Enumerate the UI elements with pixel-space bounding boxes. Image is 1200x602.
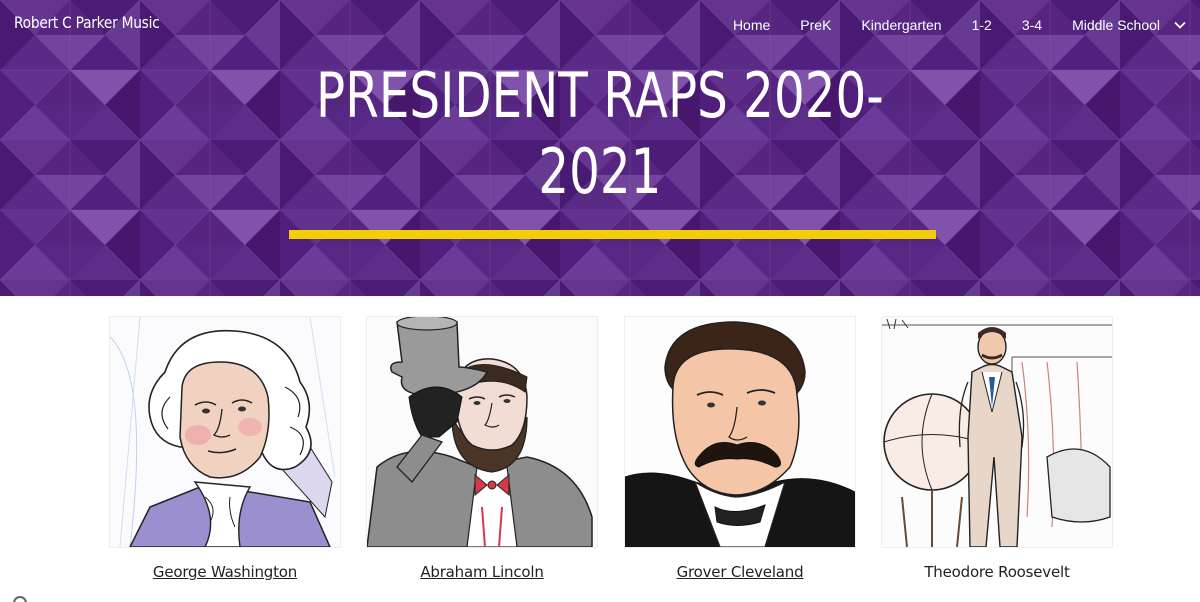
nav-item-kindergarten[interactable]: Kindergarten (861, 17, 941, 33)
nav-item-prek[interactable]: PreK (800, 17, 831, 33)
president-link-lincoln[interactable]: Abraham Lincoln (366, 563, 598, 581)
cleveland-drawing[interactable] (624, 316, 856, 548)
page-title: PRESIDENT RAPS 2020- 2021 (200, 58, 1000, 210)
nav-item-middle-school-label: Middle School (1072, 17, 1160, 33)
president-card-roosevelt: Theodore Roosevelt (881, 316, 1113, 581)
top-navigation: Home PreK Kindergarten 1-2 3-4 Middle Sc… (733, 15, 1186, 35)
president-link-cleveland[interactable]: Grover Cleveland (624, 563, 856, 581)
washington-drawing[interactable] (109, 316, 341, 548)
nav-item-grades-3-4[interactable]: 3-4 (1022, 17, 1042, 33)
lincoln-drawing[interactable] (366, 316, 598, 548)
president-label-roosevelt: Theodore Roosevelt (924, 563, 1070, 581)
president-gallery: George Washington Abraham Lincoln Grover… (0, 296, 1200, 602)
chevron-down-icon[interactable] (1174, 21, 1186, 29)
page-title-line-1: PRESIDENT RAPS 2020- (316, 59, 884, 132)
nav-item-middle-school[interactable]: Middle School (1072, 17, 1186, 33)
president-card-washington: George Washington (109, 316, 341, 581)
president-link-washington[interactable]: George Washington (109, 563, 341, 581)
roosevelt-drawing[interactable] (881, 316, 1113, 548)
president-card-cleveland: Grover Cleveland (624, 316, 856, 581)
nav-item-home[interactable]: Home (733, 17, 770, 33)
nav-item-grades-1-2[interactable]: 1-2 (972, 17, 992, 33)
page-title-line-2: 2021 (538, 135, 662, 208)
title-underline-bar (289, 230, 936, 239)
hero-banner: Robert C Parker Music Home PreK Kinderga… (0, 0, 1200, 296)
site-title[interactable]: Robert C Parker Music (14, 13, 160, 32)
president-card-lincoln: Abraham Lincoln (366, 316, 598, 581)
